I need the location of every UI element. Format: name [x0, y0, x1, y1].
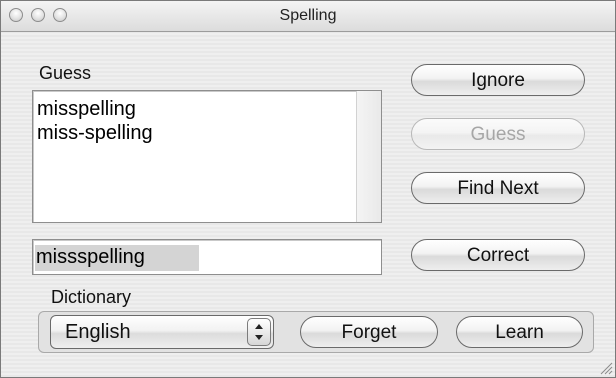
guess-button[interactable]: Guess [411, 118, 585, 150]
list-item[interactable]: misspelling [37, 97, 136, 121]
find-next-button[interactable]: Find Next [411, 172, 585, 204]
list-item[interactable]: miss-spelling [37, 121, 153, 145]
guess-list[interactable]: misspelling miss-spelling [32, 90, 382, 223]
learn-button[interactable]: Learn [456, 316, 583, 348]
up-down-arrows-icon [247, 318, 271, 346]
dictionary-label: Dictionary [51, 287, 132, 307]
forget-button[interactable]: Forget [300, 316, 438, 348]
window-title: Spelling [279, 7, 337, 24]
resize-grip-icon[interactable] [599, 361, 613, 375]
guess-label: Guess [39, 63, 92, 83]
list-scrollbar[interactable] [356, 91, 381, 222]
spelling-window: Spelling Guess misspelling miss-spelling… [0, 0, 616, 378]
dictionary-select[interactable]: English [50, 315, 274, 349]
ignore-button[interactable]: Ignore [411, 64, 585, 96]
correct-button[interactable]: Correct [411, 239, 585, 271]
word-field[interactable] [32, 239, 382, 275]
word-input[interactable] [36, 245, 366, 269]
dictionary-selected-value: English [65, 321, 131, 343]
title-bar[interactable]: Spelling [1, 1, 615, 32]
